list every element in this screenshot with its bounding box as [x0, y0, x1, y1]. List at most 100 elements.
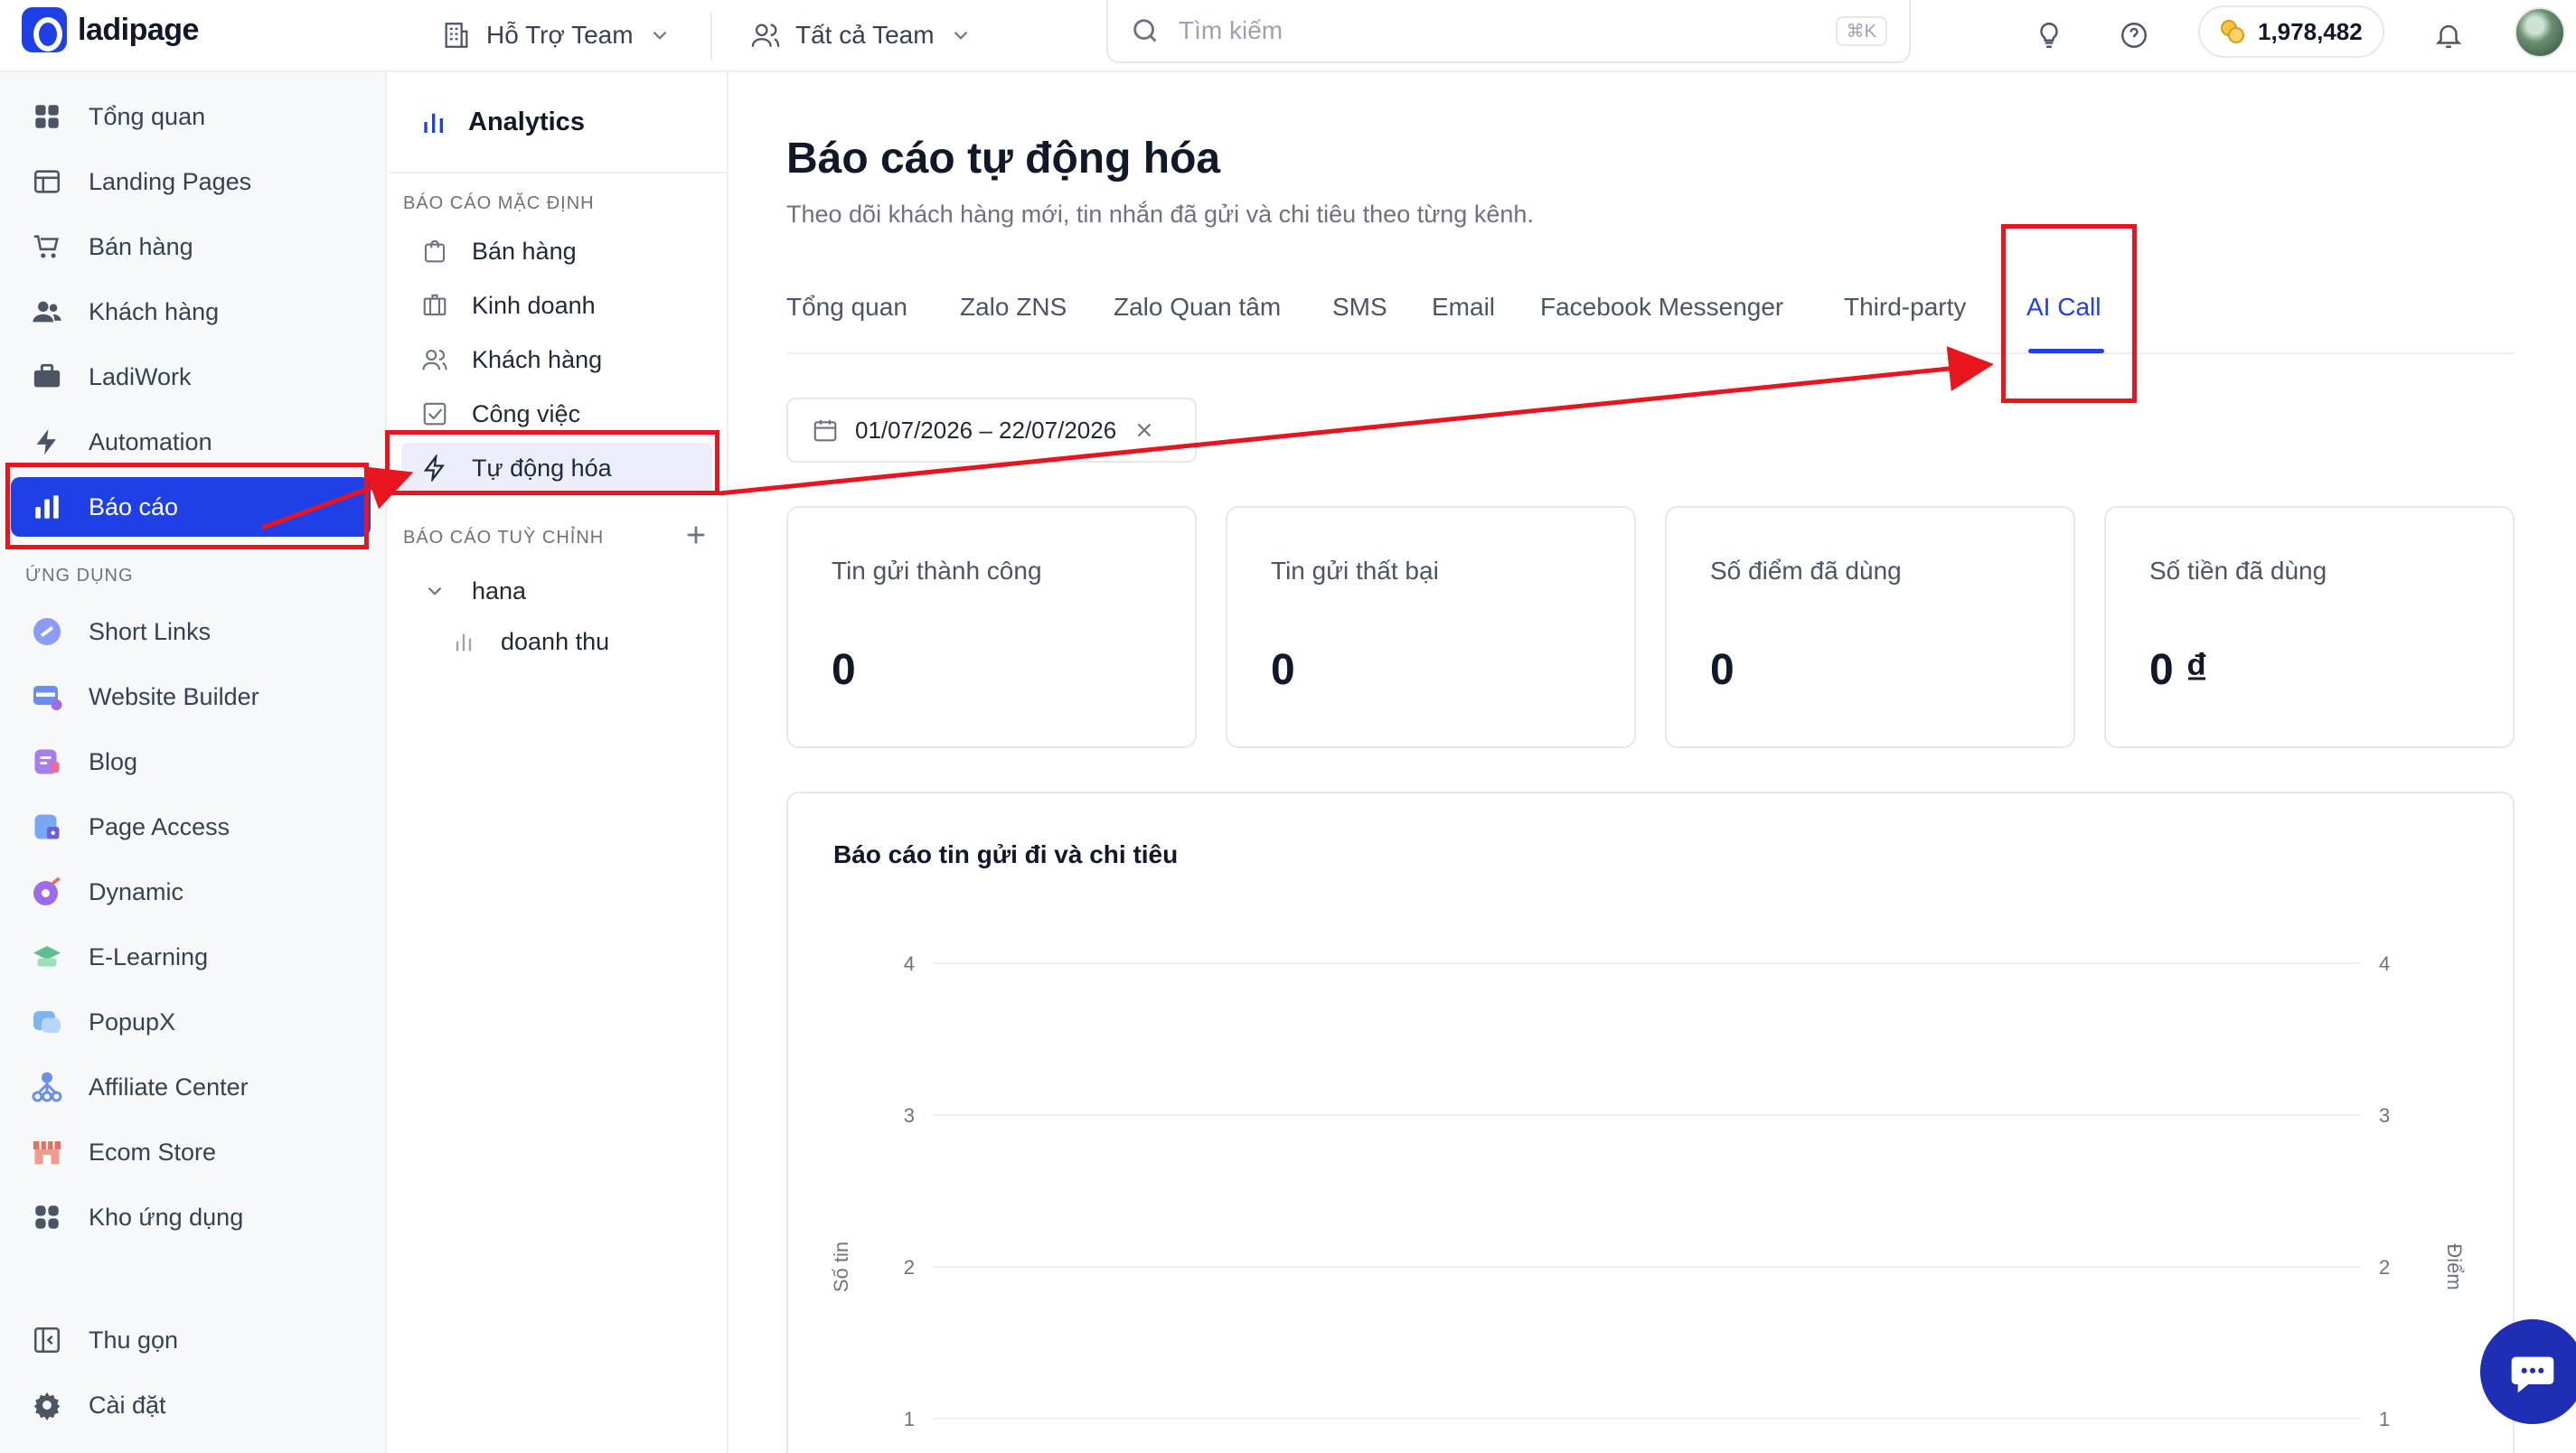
analytics-icon: [424, 113, 443, 133]
sidebar-item-label: Khách hàng: [89, 297, 220, 325]
bell-icon[interactable]: [2428, 14, 2469, 56]
sidebar-app-affiliate-center[interactable]: Affiliate Center: [11, 1057, 371, 1117]
sidebar-item-label: Cài đặt: [89, 1391, 166, 1419]
sidebar-item-overview[interactable]: Tổng quan: [11, 87, 371, 146]
top-bar: ladipage Hỗ Trợ Team Tất cả Team Tìm kiế…: [0, 0, 2576, 72]
coins-icon: [2221, 20, 2244, 43]
annotation-box-automation: [385, 430, 719, 495]
stat-value: 0: [1710, 646, 1735, 694]
lightbulb-icon[interactable]: [2028, 14, 2070, 56]
stat-value: 0 ₫: [2149, 646, 2208, 694]
team-label: Hỗ Trợ Team: [486, 21, 634, 49]
sidebar-item-label: Bán hàng: [89, 232, 193, 260]
collapse-icon: [29, 1322, 65, 1358]
default-reports-label: BÁO CÁO MẶC ĐỊNH: [403, 193, 595, 213]
sidebar: Tổng quan Landing Pages Bán hàng Khách h…: [0, 72, 387, 1453]
affiliate-icon: [29, 1069, 65, 1105]
users-icon: [419, 344, 450, 375]
sidebar-app-website-builder[interactable]: Website Builder: [11, 667, 371, 726]
sidebar-item-label: Short Links: [89, 617, 212, 645]
sidebar-app-popupx[interactable]: PopupX: [11, 992, 371, 1052]
sidebar-app-short-links[interactable]: Short Links: [11, 602, 371, 661]
clear-icon[interactable]: [1133, 418, 1156, 442]
app-logo[interactable]: ladipage: [22, 7, 199, 52]
cart-icon: [29, 229, 65, 265]
stat-label: Số điểm đã dùng: [1710, 557, 1902, 585]
stat-label: Tin gửi thất bại: [1271, 557, 1439, 585]
tab-email[interactable]: Email: [1432, 293, 1495, 322]
report-item-customers[interactable]: Khách hàng: [401, 334, 712, 385]
y-tick-label: 3: [904, 1104, 915, 1127]
layout-icon: [29, 164, 65, 200]
sidebar-collapse[interactable]: Thu gọn: [11, 1310, 371, 1370]
divider: [710, 13, 712, 60]
chevron-down-icon: [653, 31, 666, 40]
credits-badge[interactable]: 1,978,482: [2198, 5, 2384, 58]
dynamic-icon: [29, 874, 65, 910]
search-bar[interactable]: Tìm kiếm ⌘K: [1106, 0, 1911, 63]
sidebar-app-blog[interactable]: Blog: [11, 732, 371, 792]
team-selector[interactable]: Hỗ Trợ Team: [441, 13, 672, 58]
tab-zalo-zns[interactable]: Zalo ZNS: [960, 293, 1067, 322]
popupx-icon: [29, 1004, 65, 1040]
store-icon: [29, 1134, 65, 1170]
add-custom-report-icon[interactable]: [682, 520, 710, 554]
sidebar-item-label: Blog: [89, 747, 138, 775]
sidebar-app-app-store[interactable]: Kho ứng dụng: [11, 1187, 371, 1247]
link-icon: [29, 614, 65, 650]
report-item-business[interactable]: Kinh doanh: [401, 280, 712, 331]
sidebar-item-customers[interactable]: Khách hàng: [11, 282, 371, 342]
custom-report-item[interactable]: doanh thu: [430, 616, 712, 667]
users-icon: [751, 23, 780, 47]
sidebar-item-label: Tổng quan: [89, 102, 206, 130]
search-shortcut: ⌘K: [1835, 15, 1887, 46]
credits-value: 1,978,482: [2258, 17, 2363, 45]
sidebar-item-landing-pages[interactable]: Landing Pages: [11, 152, 371, 211]
avatar[interactable]: [2515, 7, 2565, 58]
tab-overview[interactable]: Tổng quan: [786, 293, 907, 322]
sidebar-settings[interactable]: Cài đặt: [11, 1375, 371, 1435]
tab-sms[interactable]: SMS: [1332, 293, 1387, 322]
date-range-picker[interactable]: 01/07/2026 – 22/07/2026: [786, 398, 1197, 463]
stat-card-sent-success: Tin gửi thành công 0: [786, 506, 1197, 748]
annotation-box-ai-call: [2001, 224, 2137, 403]
sidebar-app-page-access[interactable]: Page Access: [11, 797, 371, 857]
blog-icon: [29, 744, 65, 780]
sidebar-app-dynamic[interactable]: Dynamic: [11, 862, 371, 922]
sidebar-item-ladiwork[interactable]: LadiWork: [11, 347, 371, 407]
sidebar-item-label: LadiWork: [89, 362, 192, 390]
search-placeholder: Tìm kiếm: [1179, 16, 1283, 44]
stat-value: 0: [1271, 646, 1295, 694]
y2-tick-label: 1: [2379, 1408, 2390, 1430]
report-label: Khách hàng: [472, 345, 603, 373]
sidebar-app-ecom-store[interactable]: Ecom Store: [11, 1122, 371, 1182]
custom-report-group[interactable]: hana: [401, 566, 712, 616]
ladipage-logo-icon: [22, 7, 67, 52]
apps-grid-icon: [29, 1199, 65, 1235]
tab-facebook-messenger[interactable]: Facebook Messenger: [1540, 293, 1783, 322]
sidebar-app-e-learning[interactable]: E-Learning: [11, 927, 371, 987]
sidebar-item-label: Affiliate Center: [89, 1073, 249, 1101]
sidebar-item-sales[interactable]: Bán hàng: [11, 217, 371, 277]
stat-card-money-used: Số tiền đã dùng 0 ₫: [2104, 506, 2515, 748]
report-item-sales[interactable]: Bán hàng: [401, 226, 712, 277]
all-team-label: Tất cả Team: [795, 21, 935, 49]
y-tick-label: 1: [904, 1408, 915, 1430]
custom-group-label: hana: [472, 577, 527, 605]
sidebar-item-label: Landing Pages: [89, 167, 252, 195]
building-icon: [445, 23, 468, 48]
sidebar-item-label: Ecom Store: [89, 1138, 217, 1166]
shopping-bag-icon: [419, 236, 450, 267]
stat-card-points-used: Số điểm đã dùng 0: [1665, 506, 2075, 748]
help-icon[interactable]: [2113, 14, 2155, 56]
sidebar-item-label: Page Access: [89, 812, 230, 840]
sidebar-item-label: Kho ứng dụng: [89, 1203, 244, 1231]
y2-tick-label: 3: [2379, 1104, 2390, 1127]
tab-zalo-oa[interactable]: Zalo Quan tâm: [1114, 293, 1281, 322]
chat-support-button[interactable]: [2480, 1319, 2576, 1424]
all-team-selector[interactable]: Tất cả Team: [750, 13, 973, 58]
sidebar-item-label: PopupX: [89, 1008, 176, 1036]
tab-third-party[interactable]: Third-party: [1844, 293, 1966, 322]
sidebar-item-label: Automation: [89, 427, 212, 455]
chevron-down-icon: [419, 576, 450, 606]
